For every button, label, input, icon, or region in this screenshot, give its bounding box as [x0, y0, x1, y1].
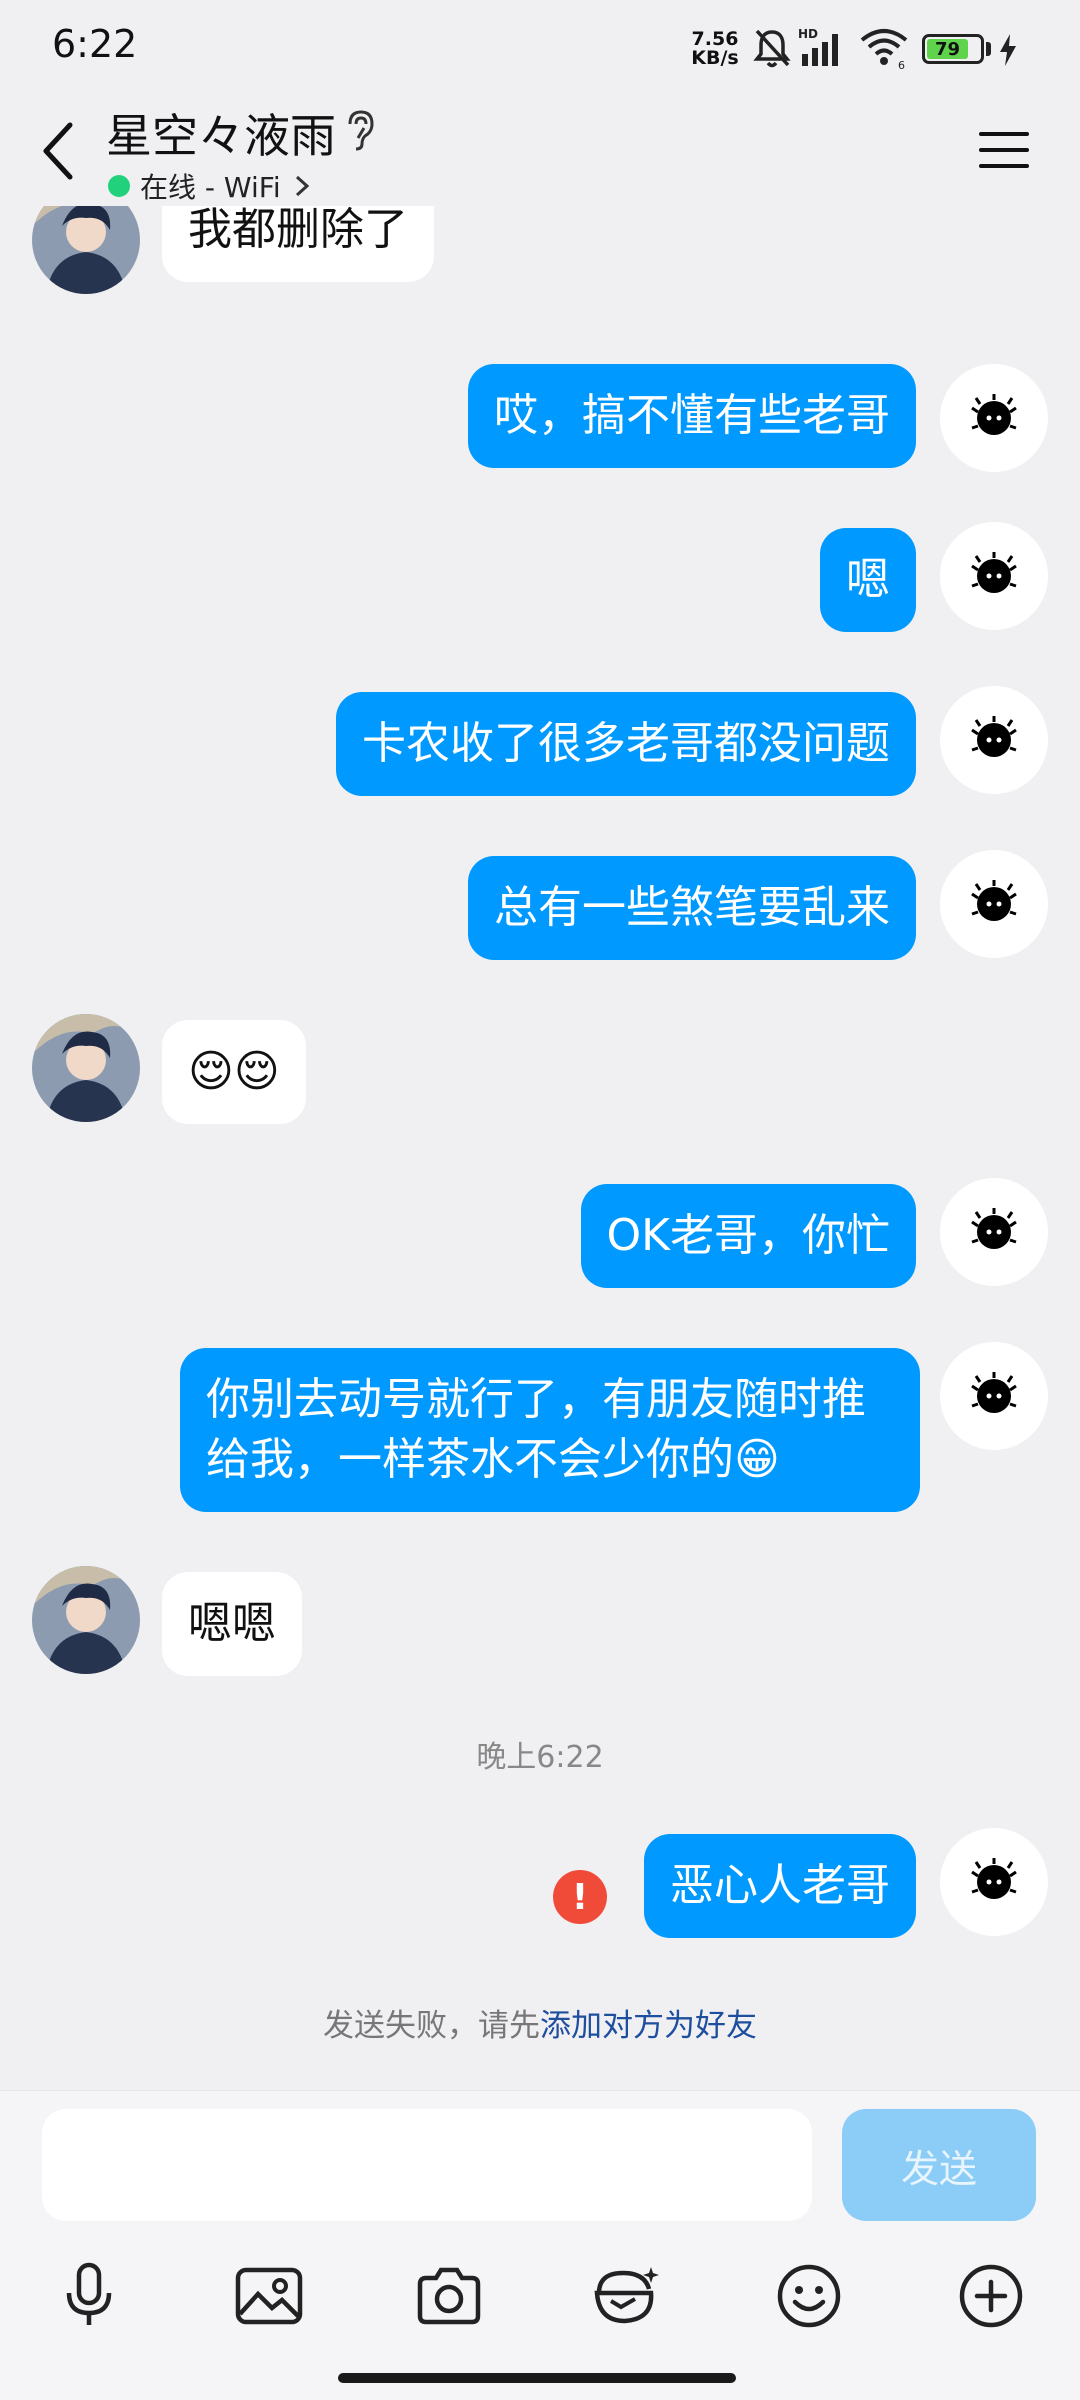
message-bubble-outgoing[interactable]: 哎，搞不懂有些老哥 — [468, 364, 916, 468]
red-packet-button[interactable] — [582, 2251, 672, 2341]
more-button[interactable] — [946, 2251, 1036, 2341]
contact-name[interactable]: 星空々液雨 — [106, 100, 336, 166]
input-area: 发送 — [0, 2090, 1080, 2400]
my-avatar[interactable] — [940, 1342, 1048, 1450]
soot-sprite-icon — [971, 880, 1017, 921]
online-dot — [108, 175, 130, 197]
network-speed-unit: KB/s — [691, 47, 739, 69]
chevron-right-icon — [295, 175, 309, 197]
input-toolbar — [0, 2251, 1080, 2347]
my-avatar[interactable] — [940, 364, 1048, 472]
soot-sprite-icon — [971, 1372, 1017, 1413]
image-button[interactable] — [224, 2251, 314, 2341]
network-speed: 7.56 KB/s — [690, 30, 740, 68]
ear-icon[interactable] — [342, 108, 378, 156]
message-bubble-outgoing[interactable]: 总有一些煞笔要乱来 — [468, 856, 916, 960]
chat-header: 星空々液雨 在线 - WiFi — [0, 96, 1080, 206]
home-indicator[interactable] — [338, 2373, 736, 2383]
online-status[interactable]: 在线 - WiFi — [108, 166, 313, 206]
plus-icon — [959, 2264, 1023, 2328]
soot-sprite-icon — [971, 552, 1017, 593]
send-button[interactable]: 发送 — [842, 2109, 1036, 2221]
message-bubble-outgoing[interactable]: 嗯 — [820, 528, 916, 632]
status-bar: 6:22 7.56 KB/s HD 6 79 — [0, 0, 1080, 96]
soot-sprite-icon — [971, 1858, 1017, 1899]
my-avatar[interactable] — [940, 1178, 1048, 1286]
charging-icon — [998, 34, 1018, 70]
camera-icon — [417, 2267, 481, 2325]
contact-avatar[interactable] — [32, 1014, 140, 1122]
message-list[interactable]: 我都删除了 哎，搞不懂有些老哥 嗯 卡农收了很多老哥都没问题 总有一些煞笔要乱来… — [0, 206, 1080, 2090]
contact-avatar[interactable] — [32, 206, 140, 294]
status-time: 6:22 — [52, 22, 138, 66]
message-bubble-outgoing[interactable]: 卡农收了很多老哥都没问题 — [336, 692, 916, 796]
menu-button[interactable] — [976, 122, 1032, 178]
signal-icon: HD — [798, 26, 848, 74]
battery-indicator: 79 — [922, 34, 984, 64]
message-bubble-incoming[interactable]: 😌😌 — [162, 1020, 306, 1124]
failure-notice-text: 发送失败，请先 — [323, 2008, 540, 2044]
contact-avatar[interactable] — [32, 1566, 140, 1674]
camera-button[interactable] — [404, 2251, 494, 2341]
battery-cap — [986, 42, 991, 56]
send-failure-notice: 发送失败，请先添加对方为好友 — [0, 2000, 1080, 2045]
message-bubble-outgoing[interactable]: 恶心人老哥 — [644, 1834, 916, 1938]
message-bubble-outgoing[interactable]: OK老哥，你忙 — [580, 1184, 916, 1288]
soot-sprite-icon — [971, 394, 1017, 435]
my-avatar[interactable] — [940, 522, 1048, 630]
my-avatar[interactable] — [940, 850, 1048, 958]
svg-text:HD: HD — [798, 27, 818, 41]
message-input[interactable] — [42, 2109, 812, 2221]
time-separator: 晚上6:22 — [476, 1740, 604, 1775]
chat-screen: 6:22 7.56 KB/s HD 6 79 星空々液雨 在线 - WiFi 我… — [0, 0, 1080, 2400]
battery-level: 79 — [927, 39, 969, 60]
chevron-left-icon — [43, 122, 73, 180]
red-packet-icon — [594, 2267, 659, 2324]
send-failed-icon[interactable]: ! — [553, 1870, 607, 1924]
svg-text:6: 6 — [898, 59, 905, 70]
soot-sprite-icon — [971, 716, 1017, 757]
emoji-button[interactable] — [764, 2251, 854, 2341]
add-friend-link[interactable]: 添加对方为好友 — [540, 2008, 757, 2044]
image-icon — [235, 2267, 303, 2325]
my-avatar[interactable] — [940, 1828, 1048, 1936]
online-status-text: 在线 - WiFi — [140, 171, 281, 204]
my-avatar[interactable] — [940, 686, 1048, 794]
message-bubble-incoming[interactable]: 我都删除了 — [162, 206, 434, 282]
message-bubble-outgoing[interactable]: 你别去动号就行了，有朋友随时推给我，一样茶水不会少你的😁 — [180, 1348, 920, 1512]
back-button[interactable] — [28, 116, 88, 186]
wifi-icon: 6 — [858, 26, 910, 74]
voice-button[interactable] — [44, 2251, 134, 2341]
message-bubble-incoming[interactable]: 嗯嗯 — [162, 1572, 302, 1676]
soot-sprite-icon — [971, 1208, 1017, 1249]
microphone-icon — [66, 2262, 112, 2325]
emoji-icon — [777, 2264, 841, 2328]
mute-bell-icon — [752, 26, 792, 74]
hamburger-menu-icon — [979, 132, 1029, 168]
